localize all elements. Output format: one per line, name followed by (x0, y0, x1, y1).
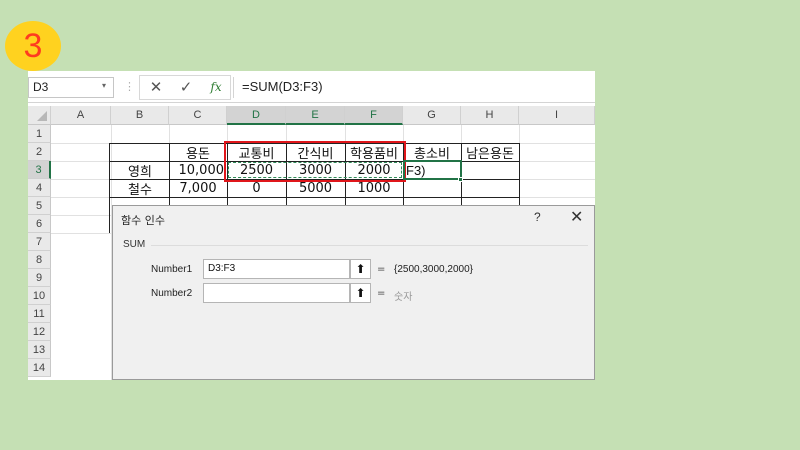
help-button[interactable]: ? (534, 210, 541, 224)
table-border (109, 143, 110, 233)
table-cell[interactable] (461, 161, 519, 179)
column-header[interactable]: E (286, 106, 345, 125)
row-header[interactable]: 10 (28, 287, 51, 305)
row-header[interactable]: 1 (28, 125, 51, 143)
row-header[interactable]: 7 (28, 233, 51, 251)
argument-result: 숫자 (394, 292, 413, 303)
close-icon[interactable]: ✕ (570, 207, 583, 227)
row-header[interactable]: 4 (28, 179, 51, 197)
formula-bar: D3 ▾ ⋮ ✕ ✓ fx =SUM(D3:F3) (28, 71, 595, 103)
function-name-label: SUM (123, 239, 146, 250)
argument-label: Number2 (151, 288, 193, 299)
table-cell[interactable]: 10,000 (169, 161, 227, 179)
formula-bar-grip-icon: ⋮ (124, 80, 135, 93)
table-cell[interactable] (461, 179, 519, 197)
table-header-cell[interactable]: 남은용돈 (461, 143, 519, 162)
argument-label: Number1 (151, 264, 193, 275)
row-header[interactable]: 8 (28, 251, 51, 269)
table-cell[interactable] (403, 179, 461, 197)
row-header[interactable]: 6 (28, 215, 51, 233)
check-icon[interactable]: ✓ (175, 77, 197, 97)
function-arguments-dialog: 함수 인수 ? ✕ SUM Number1 D3:F3 ⬆ = {2500,30… (112, 205, 595, 380)
equals-sign: = (377, 264, 386, 275)
arrow-up-icon[interactable]: ⬆ (350, 259, 371, 279)
column-header[interactable]: D (227, 106, 286, 125)
fill-handle[interactable] (458, 177, 463, 182)
row-header[interactable]: 14 (28, 359, 51, 377)
table-header-cell[interactable]: 용돈 (169, 143, 227, 162)
reference-range-marquee (228, 162, 402, 178)
column-header[interactable]: G (403, 106, 461, 125)
close-icon[interactable]: ✕ (145, 77, 167, 97)
column-header[interactable]: F (345, 106, 403, 125)
dialog-title: 함수 인수 (121, 214, 165, 227)
row-header[interactable]: 13 (28, 341, 51, 359)
table-cell[interactable]: 철수 (111, 179, 169, 198)
active-cell-outline (403, 160, 462, 180)
table-border (109, 197, 520, 198)
table-cell[interactable]: 영희 (111, 161, 169, 180)
select-all-corner[interactable] (28, 106, 51, 125)
column-header[interactable]: A (51, 106, 111, 125)
row-header[interactable]: 11 (28, 305, 51, 323)
number1-input[interactable]: D3:F3 (203, 259, 350, 279)
chevron-down-icon[interactable]: ▾ (102, 81, 106, 90)
select-all-icon (37, 111, 47, 121)
table-header-cell[interactable]: 총소비 (403, 143, 461, 162)
column-header[interactable]: C (169, 106, 227, 125)
row-header[interactable]: 2 (28, 143, 51, 161)
formula-input[interactable]: =SUM(D3:F3) (233, 77, 595, 98)
column-header[interactable]: H (461, 106, 519, 125)
equals-sign: = (377, 288, 386, 299)
row-header[interactable]: 12 (28, 323, 51, 341)
number2-input[interactable] (203, 283, 350, 303)
step-number-badge: 3 (5, 21, 61, 71)
insert-function-button[interactable]: fx (205, 77, 227, 97)
table-border (519, 143, 520, 205)
group-divider (151, 245, 588, 246)
table-cell[interactable]: 7,000 (169, 179, 227, 197)
row-header[interactable]: 3 (28, 161, 51, 179)
row-header[interactable]: 5 (28, 197, 51, 215)
column-header[interactable]: B (111, 106, 169, 125)
row-header[interactable]: 9 (28, 269, 51, 287)
argument-result: {2500,3000,2000} (394, 264, 473, 275)
arrow-up-icon[interactable]: ⬆ (350, 283, 371, 303)
column-header[interactable]: I (519, 106, 595, 125)
excel-window: D3 ▾ ⋮ ✕ ✓ fx =SUM(D3:F3) A B C D E F G … (28, 71, 595, 380)
